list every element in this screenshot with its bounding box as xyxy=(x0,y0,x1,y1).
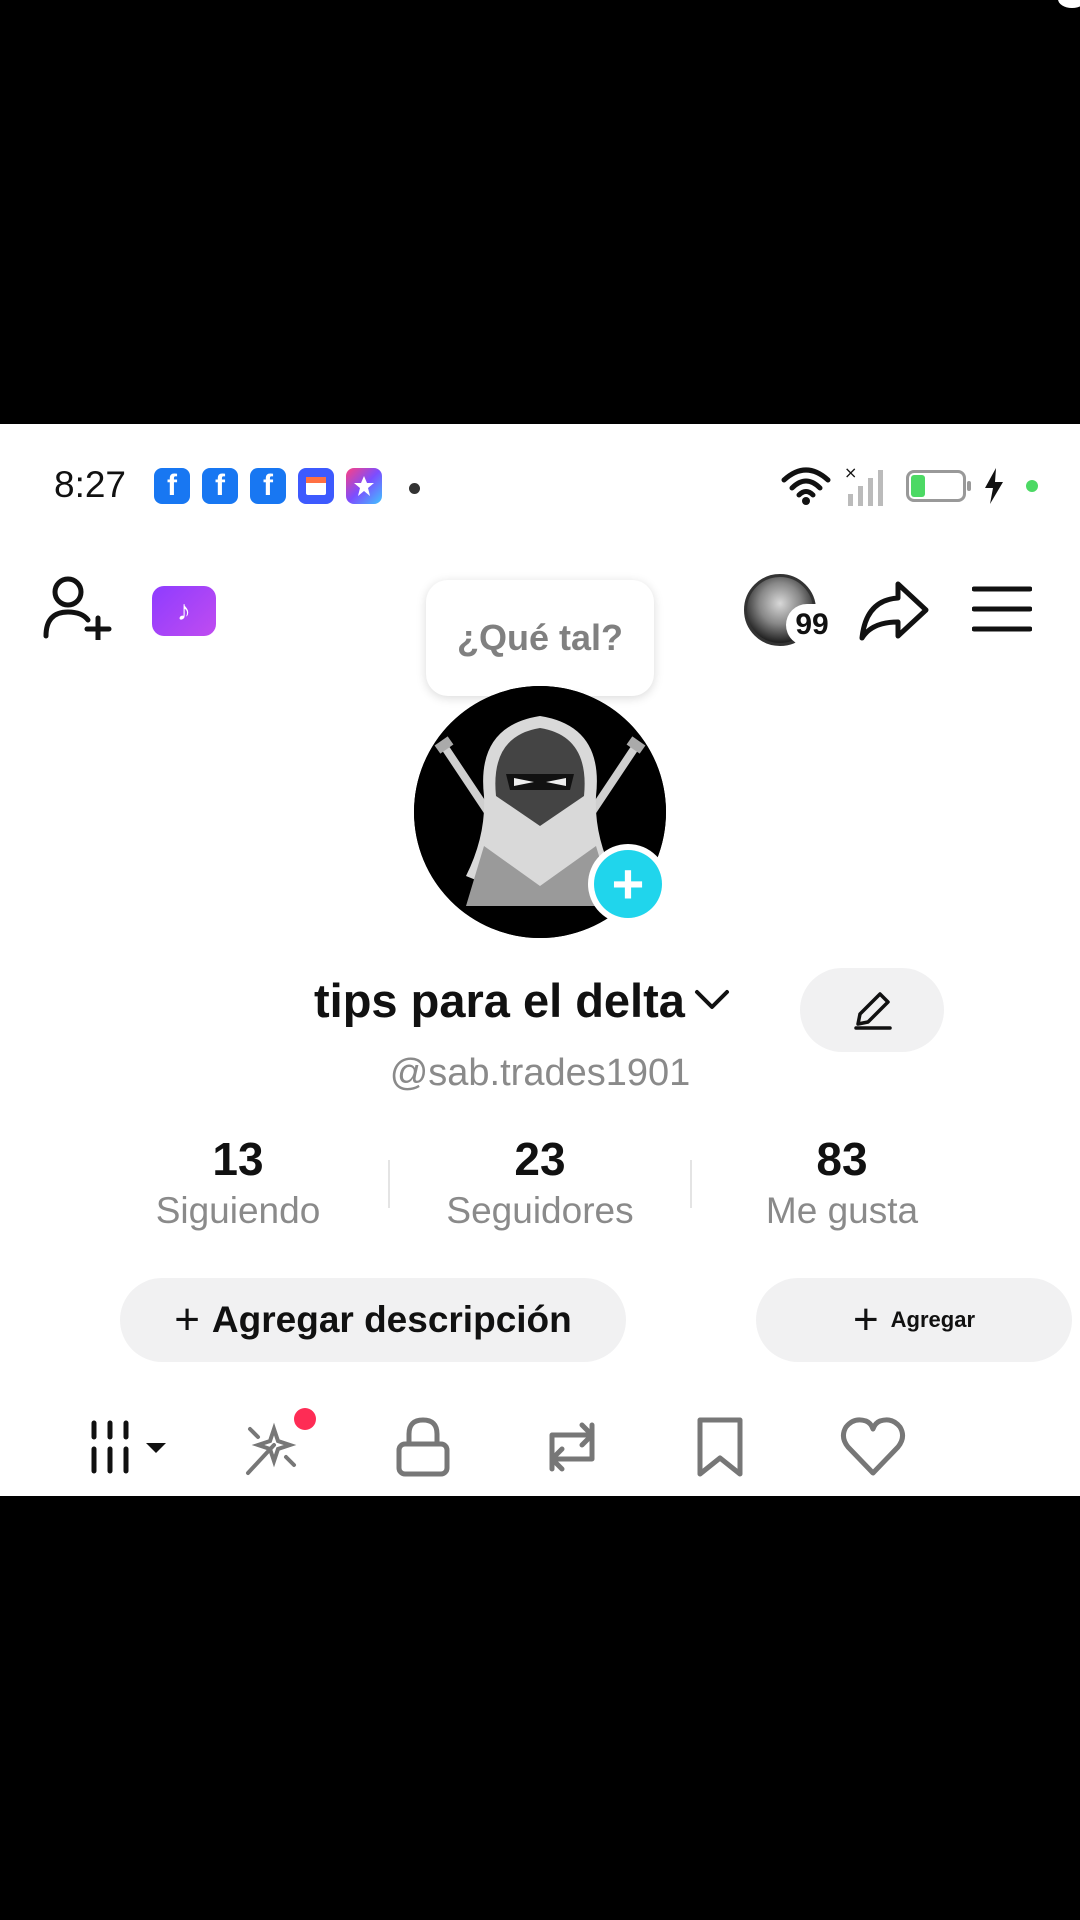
wifi-icon xyxy=(781,467,831,505)
chevron-down-icon[interactable] xyxy=(693,988,731,1012)
plus-icon: + xyxy=(594,850,662,918)
sparkle-icon xyxy=(246,1422,297,1475)
facebook-icon: f xyxy=(154,468,190,504)
stat-value: 83 xyxy=(816,1133,868,1185)
status-tooltip[interactable]: ¿Qué tal? xyxy=(426,580,654,696)
battery-level: 6 xyxy=(929,473,943,498)
heart-icon xyxy=(840,1417,906,1476)
pencil-icon xyxy=(854,992,892,1030)
bookmark-icon xyxy=(697,1417,743,1477)
stat-value: 13 xyxy=(212,1133,264,1185)
profile-display-name: tips para el delta xyxy=(314,973,685,1027)
stat-value: 23 xyxy=(514,1133,566,1185)
stat-label: Siguiendo xyxy=(155,1190,321,1231)
tiktok-ticket-icon[interactable]: ♪ xyxy=(152,586,216,636)
store-app-icon xyxy=(298,468,334,504)
signal-icon: × xyxy=(844,464,883,506)
tab-videos[interactable] xyxy=(88,1412,178,1482)
stat-divider xyxy=(388,1160,390,1208)
repost-icon xyxy=(549,1422,595,1472)
stat-divider xyxy=(690,1160,692,1208)
stat-likes[interactable]: 83 Me gusta xyxy=(722,1132,962,1232)
phone-screen: 8:27 f f f × 6 ♪ ¿Qué tal? 99 + tips par… xyxy=(0,424,1080,1496)
plus-icon: + xyxy=(174,1295,200,1344)
add-description-label: Agregar descripción xyxy=(211,1299,572,1340)
facebook-icon: f xyxy=(202,468,238,504)
share-icon[interactable] xyxy=(858,580,930,642)
add-button[interactable]: + Agregar xyxy=(756,1278,1072,1362)
privacy-indicator-dot xyxy=(1026,480,1038,492)
add-friend-icon[interactable] xyxy=(42,574,114,640)
add-story-button[interactable]: + xyxy=(588,844,668,924)
menu-icon[interactable] xyxy=(972,584,1032,634)
stat-following[interactable]: 13 Siguiendo xyxy=(118,1132,358,1232)
corner-indicator xyxy=(1058,0,1080,8)
stat-label: Seguidores xyxy=(446,1190,634,1231)
profile-username: @sab.trades1901 xyxy=(389,1052,691,1094)
photos-app-icon xyxy=(346,468,382,504)
battery-icon: 6 xyxy=(906,470,971,502)
tab-saved[interactable] xyxy=(690,1412,750,1482)
tab-private[interactable] xyxy=(388,1412,458,1482)
add-label: Agregar xyxy=(890,1307,976,1332)
status-time: 8:27 xyxy=(54,464,127,505)
edit-profile-button[interactable] xyxy=(800,968,944,1052)
plus-icon: + xyxy=(852,1295,879,1344)
notification-badge: 99 xyxy=(786,604,838,646)
add-description-button[interactable]: + Agregar descripción xyxy=(120,1278,626,1362)
profile-name-row[interactable]: tips para el delta xyxy=(314,970,731,1030)
svg-text:×: × xyxy=(844,464,857,482)
stat-label: Me gusta xyxy=(765,1190,919,1231)
lock-icon xyxy=(396,1417,450,1477)
tab-reposts[interactable] xyxy=(536,1412,608,1482)
facebook-icon: f xyxy=(250,468,286,504)
status-bar: 8:27 f f f × 6 xyxy=(0,424,1080,544)
charging-icon xyxy=(985,468,1003,504)
more-notifications-dot xyxy=(409,483,420,494)
tab-liked[interactable] xyxy=(838,1412,908,1482)
stat-followers[interactable]: 23 Seguidores xyxy=(420,1132,660,1232)
grid-icon xyxy=(91,1420,166,1474)
new-content-dot xyxy=(294,1408,316,1430)
